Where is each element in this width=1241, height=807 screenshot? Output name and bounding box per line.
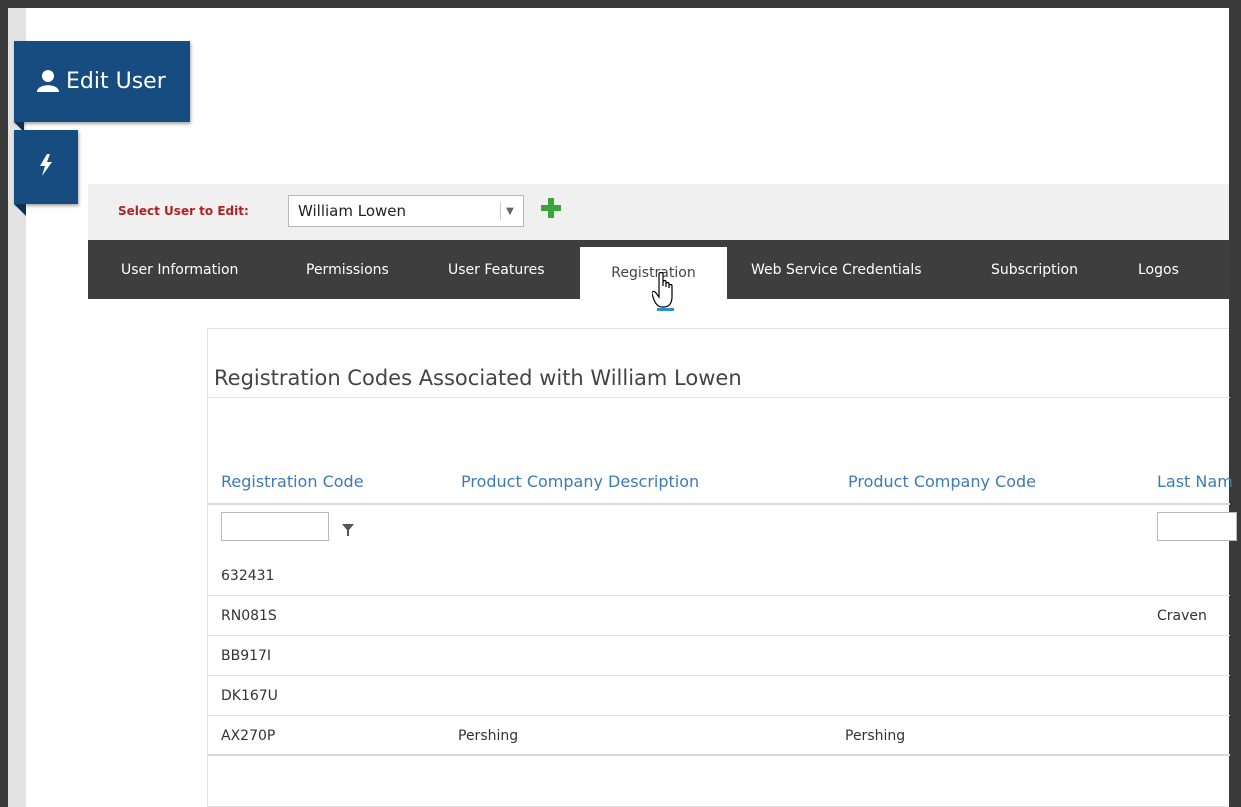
tab-permissions[interactable]: Permissions [306, 240, 389, 299]
select-user-label: Select User to Edit: [118, 204, 249, 218]
tab-user-features[interactable]: User Features [448, 240, 545, 299]
selected-user-value: William Lowen [298, 202, 407, 220]
edit-user-title: Edit User [66, 69, 166, 94]
table-row[interactable]: RN081S Craven [208, 596, 1230, 636]
product-company-description-cell: Pershing [458, 728, 519, 744]
lightning-bolt-icon [38, 154, 54, 180]
last-name-filter-input[interactable] [1157, 512, 1237, 541]
edit-user-tab[interactable]: Edit User [14, 41, 190, 122]
table-row[interactable]: 632431 [208, 556, 1230, 596]
user-select-dropdown[interactable]: William Lowen ▼ [288, 195, 524, 227]
column-header-registration-code[interactable]: Registration Code [221, 472, 364, 491]
add-user-button[interactable] [540, 197, 562, 219]
table-row[interactable]: BB917I [208, 636, 1230, 676]
tab-subscription[interactable]: Subscription [991, 240, 1078, 299]
panel-title: Registration Codes Associated with Willi… [214, 366, 742, 390]
user-icon [36, 68, 60, 96]
registration-code-cell: RN081S [221, 608, 277, 624]
column-header-last-name[interactable]: Last Nam [1157, 472, 1233, 491]
table-row[interactable]: DK167U [208, 676, 1230, 716]
chevron-down-icon[interactable]: ▼ [500, 202, 519, 220]
table-row[interactable]: AX270P Pershing Pershing [208, 716, 1230, 756]
last-name-cell: Craven [1157, 608, 1207, 624]
product-company-code-cell: Pershing [845, 728, 906, 744]
registration-code-cell: DK167U [221, 688, 278, 704]
column-header-product-company-description[interactable]: Product Company Description [461, 472, 699, 491]
registration-panel: Registration Codes Associated with Willi… [207, 328, 1237, 807]
column-header-product-company-code[interactable]: Product Company Code [848, 472, 1036, 491]
tab-user-information[interactable]: User Information [121, 240, 238, 299]
tab-web-service-credentials[interactable]: Web Service Credentials [751, 240, 922, 299]
tab-fold [14, 204, 26, 216]
quick-actions-tab[interactable] [14, 130, 78, 204]
hand-cursor-icon [651, 271, 676, 316]
tab-logos[interactable]: Logos [1138, 240, 1179, 299]
registration-code-cell: 632431 [221, 568, 275, 584]
registration-code-cell: BB917I [221, 648, 272, 664]
registration-code-filter-input[interactable] [221, 512, 329, 541]
select-user-bar: Select User to Edit: William Lowen ▼ [88, 184, 1229, 240]
plus-icon [541, 198, 561, 218]
filter-icon[interactable] [342, 521, 354, 540]
divider [208, 503, 1230, 505]
divider [208, 397, 1230, 398]
registration-code-cell: AX270P [221, 728, 276, 744]
